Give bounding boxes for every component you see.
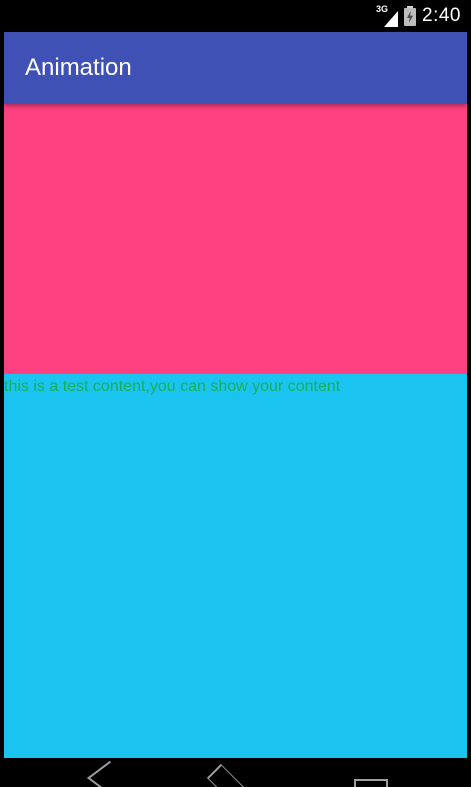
navigation-bar [0, 758, 471, 787]
animated-header-block [4, 104, 467, 374]
app-title: Animation [25, 54, 132, 81]
back-icon [87, 760, 133, 787]
content-area[interactable]: this is a test content,you can show your… [4, 374, 467, 758]
status-icons: 3G 2:40 [376, 0, 461, 32]
recent-apps-icon [354, 779, 388, 787]
app-bar: Animation [4, 32, 467, 104]
status-bar: 3G 2:40 [4, 0, 467, 32]
home-button[interactable] [205, 758, 265, 787]
signal-strength-icon [384, 11, 399, 27]
device-screen: 3G 2:40 Animation this is a test content… [0, 0, 471, 787]
signal-icon: 3G [376, 5, 399, 27]
back-button[interactable] [75, 758, 135, 787]
home-icon [206, 763, 252, 787]
status-clock: 2:40 [422, 5, 461, 26]
battery-charging-icon [404, 6, 417, 26]
recent-apps-button[interactable] [340, 758, 400, 787]
content-text: this is a test content,you can show your… [4, 378, 341, 395]
